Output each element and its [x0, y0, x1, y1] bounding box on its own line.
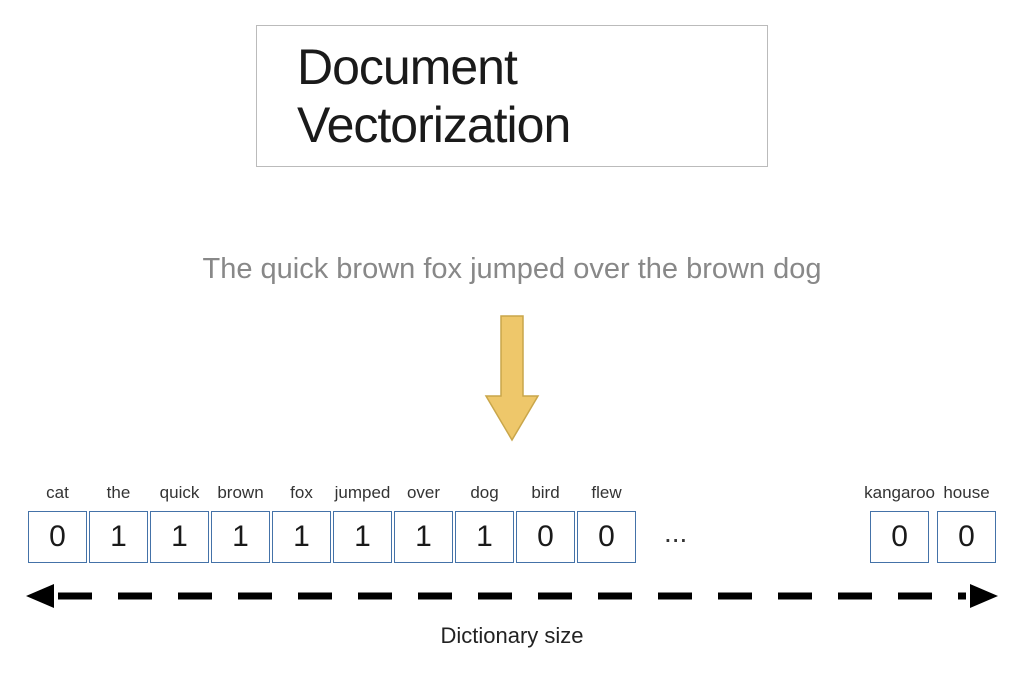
vector-word-label: flew — [591, 483, 621, 505]
vector-word-label: over — [407, 483, 440, 505]
vector-cell: jumped 1 — [333, 483, 392, 563]
title-box: Document Vectorization — [256, 25, 768, 167]
vector-cell: house 0 — [937, 483, 996, 563]
dict-size-indicator: Dictionary size — [24, 580, 1000, 649]
vector-cell: brown 1 — [211, 483, 270, 563]
vector-cell: cat 0 — [28, 483, 87, 563]
vector-value-box: 1 — [211, 511, 270, 563]
vector-value-box: 1 — [272, 511, 331, 563]
dict-size-label: Dictionary size — [24, 623, 1000, 649]
example-sentence: The quick brown fox jumped over the brow… — [202, 253, 821, 286]
vector-cell: fox 1 — [272, 483, 331, 563]
vector-word-label: the — [107, 483, 131, 505]
vector-word-label: quick — [160, 483, 200, 505]
vector-ellipsis: ... — [636, 511, 705, 563]
vector-value-box: 1 — [455, 511, 514, 563]
vector-cell: the 1 — [89, 483, 148, 563]
vector-word-label: house — [943, 483, 989, 505]
vector-cell: dog 1 — [455, 483, 514, 563]
vector-right-group: kangaroo0house0 — [864, 483, 996, 563]
vector-cell: over 1 — [394, 483, 453, 563]
vector-cell: kangaroo 0 — [864, 483, 935, 563]
page-title: Document Vectorization — [297, 39, 570, 153]
vector-cell: quick 1 — [150, 483, 209, 563]
vector-left-group: cat0the1quick1brown1fox1jumped1over1dog1… — [28, 483, 636, 563]
vector-word-label: jumped — [335, 483, 391, 505]
vector-word-label: dog — [470, 483, 498, 505]
vector-value-box: 1 — [394, 511, 453, 563]
vector-word-label: bird — [531, 483, 559, 505]
vector-value-box: 1 — [150, 511, 209, 563]
vector-value-box: 0 — [577, 511, 636, 563]
vector-value-box: 1 — [333, 511, 392, 563]
vector-cell: bird 0 — [516, 483, 575, 563]
vector-value-box: 0 — [870, 511, 929, 563]
vector-word-label: brown — [217, 483, 263, 505]
vector-row: cat0the1quick1brown1fox1jumped1over1dog1… — [28, 483, 996, 563]
vector-value-box: 0 — [937, 511, 996, 563]
vector-value-box: 1 — [89, 511, 148, 563]
vector-word-label: fox — [290, 483, 313, 505]
vector-cell: flew 0 — [577, 483, 636, 563]
vector-value-box: 0 — [28, 511, 87, 563]
vector-value-box: 0 — [516, 511, 575, 563]
vector-word-label: kangaroo — [864, 483, 935, 505]
down-arrow-icon — [484, 314, 540, 449]
vector-word-label: cat — [46, 483, 69, 505]
